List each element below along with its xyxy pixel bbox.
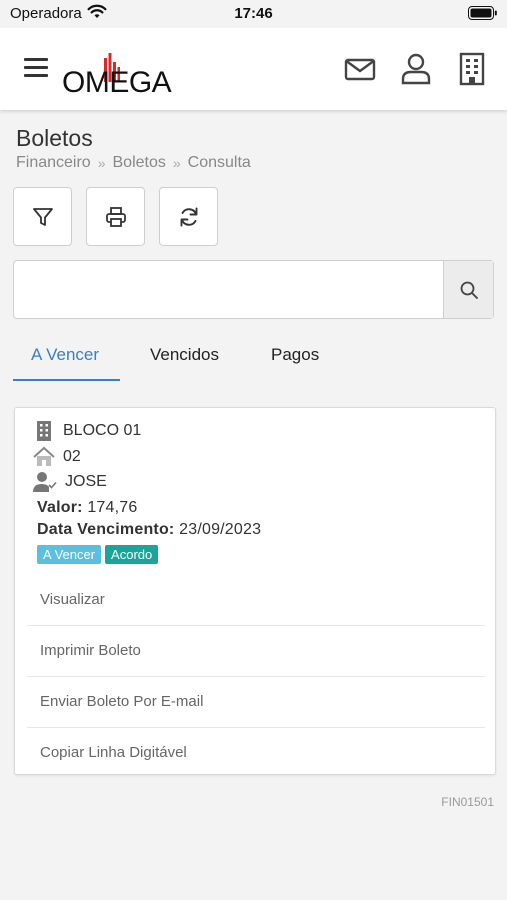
print-button[interactable]: [86, 187, 145, 246]
breadcrumb-separator-icon: »: [172, 155, 181, 171]
breadcrumb-item-financeiro[interactable]: Financeiro: [16, 154, 91, 172]
mail-icon[interactable]: [343, 52, 377, 86]
valor-label: Valor:: [37, 499, 83, 516]
screen-code: FIN01501: [441, 795, 494, 809]
hamburger-menu-icon[interactable]: [24, 58, 48, 80]
pessoa-row: JOSE: [33, 471, 107, 493]
boleto-card: BLOCO 01 02 JOSE Valor: 174,76 Data Venc…: [14, 407, 496, 775]
user-check-icon: [33, 472, 57, 492]
status-badge-acordo: Acordo: [105, 545, 159, 564]
valor-value: 174,76: [87, 499, 138, 516]
search-button[interactable]: [443, 261, 493, 318]
vencimento-label: Data Vencimento:: [37, 521, 175, 538]
filter-button[interactable]: [13, 187, 72, 246]
omega-logo: OMEGA: [62, 46, 188, 99]
active-tab-indicator: [13, 379, 120, 381]
search-icon: [460, 281, 478, 299]
vencimento-row: Data Vencimento: 23/09/2023: [37, 521, 261, 539]
status-badge-a-vencer: A Vencer: [37, 545, 102, 564]
printer-icon: [105, 206, 126, 227]
breadcrumb-separator-icon: »: [97, 155, 106, 171]
refresh-button[interactable]: [159, 187, 218, 246]
tabs: A Vencer Vencidos Pagos: [13, 330, 494, 382]
page-title: Boletos: [16, 125, 93, 151]
enviar-email-action[interactable]: Enviar Boleto Por E-mail: [27, 677, 485, 728]
search-input[interactable]: [14, 261, 444, 318]
house-icon: [33, 446, 55, 466]
search-bar: [13, 260, 494, 319]
copiar-linha-action[interactable]: Copiar Linha Digitável: [27, 728, 485, 778]
vencimento-value: 23/09/2023: [179, 521, 262, 538]
tab-a-vencer[interactable]: A Vencer: [31, 345, 99, 365]
breadcrumb-item-consulta: Consulta: [187, 154, 251, 171]
unidade-row: 02: [33, 446, 81, 468]
bloco-label: BLOCO 01: [63, 422, 142, 439]
pessoa-label: JOSE: [65, 473, 107, 490]
tab-pagos[interactable]: Pagos: [271, 345, 319, 365]
filter-icon: [32, 207, 53, 226]
breadcrumb-item-boletos[interactable]: Boletos: [113, 154, 166, 172]
imprimir-boleto-action[interactable]: Imprimir Boleto: [27, 626, 485, 677]
breadcrumb: Financeiro » Boletos » Consulta: [16, 154, 251, 172]
building-icon[interactable]: [455, 52, 489, 86]
tab-vencidos[interactable]: Vencidos: [150, 345, 219, 365]
building-icon: [37, 421, 51, 441]
status-bar: Operadora 17:46: [0, 0, 507, 28]
visualizar-action[interactable]: Visualizar: [27, 575, 485, 626]
bloco-row: BLOCO 01: [33, 420, 141, 442]
unidade-label: 02: [63, 448, 81, 465]
valor-row: Valor: 174,76: [37, 499, 137, 517]
clock: 17:46: [234, 5, 273, 22]
card-actions: Visualizar Imprimir Boleto Enviar Boleto…: [27, 575, 485, 778]
status-badges: A Vencer Acordo: [37, 545, 159, 564]
user-profile-icon[interactable]: [399, 52, 433, 86]
logo-text: OMEGA: [62, 66, 172, 96]
battery-icon: [468, 6, 498, 24]
refresh-icon: [180, 207, 197, 226]
app-header: OMEGA: [0, 28, 507, 110]
